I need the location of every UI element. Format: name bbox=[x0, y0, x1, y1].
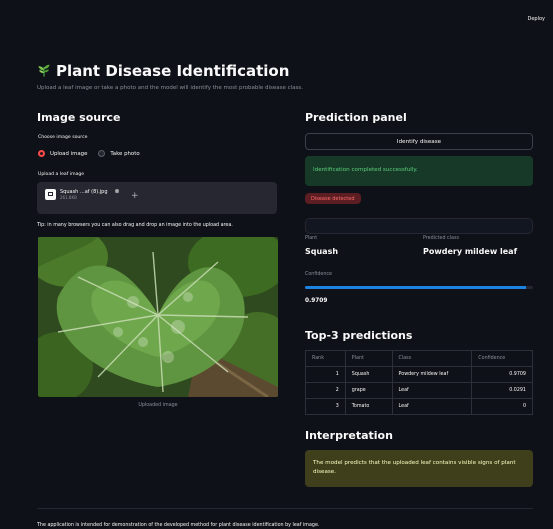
confidence-label: Confidence bbox=[305, 272, 332, 277]
column-header-plant[interactable]: Plant bbox=[344, 350, 393, 367]
confidence-progress-fill bbox=[305, 286, 527, 289]
file-uploader[interactable]: Squash ...af (8).jpg 261.8KB ⊗ + bbox=[37, 182, 277, 214]
confidence-value: 0.9709 bbox=[305, 298, 328, 304]
image-source-heading: Image source bbox=[37, 111, 121, 124]
prediction-panel-heading: Prediction panel bbox=[305, 111, 407, 124]
table-cell: 3 bbox=[305, 398, 346, 415]
image-file-icon bbox=[45, 189, 56, 200]
table-cell: 0 bbox=[471, 398, 533, 415]
radio-upload-image[interactable] bbox=[38, 150, 45, 157]
page-title: Plant Disease Identification bbox=[37, 62, 289, 80]
interpretation-heading: Interpretation bbox=[305, 429, 393, 442]
deploy-button[interactable]: Deploy bbox=[527, 16, 545, 22]
file-size: 261.8KB bbox=[60, 195, 77, 200]
top3-table: Rank Plant Class Confidence 1 Squash Pow… bbox=[305, 350, 533, 415]
plant-metric-label: Plant bbox=[305, 236, 318, 241]
add-file-icon[interactable]: + bbox=[131, 191, 139, 201]
class-metric-value: Powdery mildew leaf bbox=[423, 247, 518, 256]
class-metric-label: Predicted class bbox=[423, 236, 459, 241]
column-header-class[interactable]: Class bbox=[391, 350, 473, 367]
top3-heading: Top-3 predictions bbox=[305, 329, 413, 342]
table-cell: Leaf bbox=[391, 382, 473, 399]
table-cell: grape bbox=[344, 382, 393, 399]
table-cell: Powdery mildew leaf bbox=[391, 366, 473, 383]
table-row: 3 Tomato Leaf 0 bbox=[305, 398, 533, 415]
table-cell: 0.0291 bbox=[471, 382, 533, 399]
uploaded-file-chip: Squash ...af (8).jpg 261.8KB ⊗ bbox=[45, 188, 120, 200]
table-cell: Leaf bbox=[391, 398, 473, 415]
image-caption: Uploaded image bbox=[138, 403, 178, 408]
source-radio-group: Upload image Take photo bbox=[38, 150, 140, 157]
upload-label: Upload a leaf image bbox=[38, 172, 85, 177]
interpretation-alert: The model predicts that the uploaded lea… bbox=[305, 450, 533, 487]
table-row: 1 Squash Powdery mildew leaf 0.9709 bbox=[305, 366, 533, 383]
uploaded-leaf-image bbox=[38, 237, 278, 397]
confidence-progress-bar bbox=[305, 286, 533, 289]
upload-tip: Tip: in many browsers you can also drag … bbox=[37, 223, 233, 228]
column-header-rank[interactable]: Rank bbox=[305, 350, 346, 367]
radio-take-photo-label[interactable]: Take photo bbox=[110, 151, 139, 157]
table-cell: 0.9709 bbox=[471, 366, 533, 383]
remove-file-icon[interactable]: ⊗ bbox=[115, 188, 120, 195]
radio-upload-label[interactable]: Upload image bbox=[50, 151, 87, 157]
choose-source-label: Choose image source bbox=[38, 135, 88, 140]
table-cell: 2 bbox=[305, 382, 346, 399]
table-cell: Tomato bbox=[344, 398, 393, 415]
table-cell: Squash bbox=[344, 366, 393, 383]
radio-take-photo[interactable] bbox=[98, 150, 106, 157]
table-row: 2 grape Leaf 0.0291 bbox=[305, 382, 533, 399]
identify-disease-button[interactable]: Identify disease bbox=[305, 133, 533, 150]
herb-icon bbox=[38, 64, 50, 77]
table-header-row: Rank Plant Class Confidence bbox=[305, 350, 533, 367]
footer-text: The application is intended for demonstr… bbox=[37, 523, 320, 528]
empty-output-box bbox=[305, 218, 533, 234]
disease-status-badge: Disease detected bbox=[305, 193, 361, 204]
success-alert: Identification completed successfully. bbox=[305, 156, 533, 186]
footer-divider bbox=[37, 508, 533, 509]
table-cell: 1 bbox=[305, 366, 346, 383]
page-subtitle: Upload a leaf image or take a photo and … bbox=[37, 85, 304, 91]
plant-metric-value: Squash bbox=[305, 247, 339, 256]
page-title-text: Plant Disease Identification bbox=[56, 62, 290, 80]
column-header-confidence[interactable]: Confidence bbox=[471, 350, 533, 367]
